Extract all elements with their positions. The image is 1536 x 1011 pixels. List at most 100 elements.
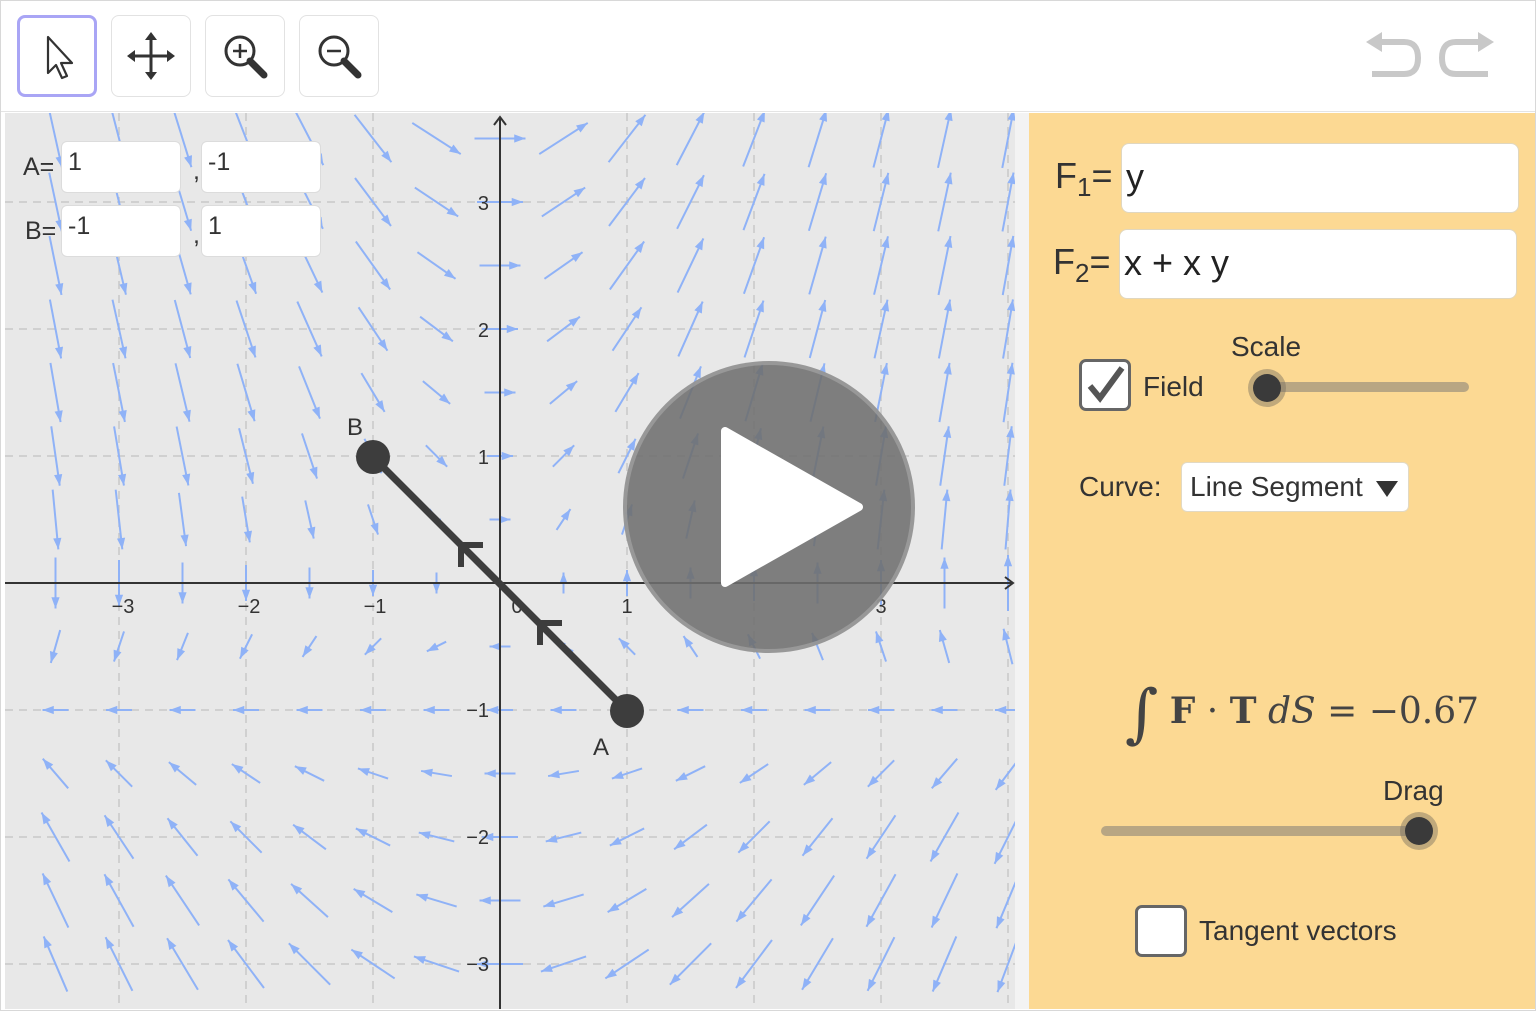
- field-arrow: [296, 705, 323, 715]
- field-arrow: [607, 888, 647, 913]
- move-tool-button[interactable]: [17, 15, 97, 97]
- move-graphics-view-button[interactable]: [111, 15, 191, 97]
- field-arrow: [547, 769, 580, 779]
- field-arrow: [807, 113, 827, 168]
- field-arrow: [995, 881, 1015, 929]
- field-arrow: [168, 761, 197, 786]
- field-checkbox[interactable]: [1079, 359, 1131, 411]
- field-arrow: [177, 492, 189, 547]
- field-arrow: [298, 365, 321, 420]
- point-b-x-input[interactable]: -1: [61, 205, 181, 257]
- field-arrow: [41, 872, 70, 929]
- field-arrow: [676, 237, 705, 294]
- point-b-input-label: B=: [25, 217, 57, 245]
- drag-label: Drag: [1383, 775, 1444, 806]
- field-arrow: [51, 489, 62, 550]
- field-arrow: [422, 380, 451, 405]
- field-arrow: [49, 362, 63, 423]
- y-tick-label: −3: [466, 954, 489, 976]
- field-arrow: [353, 888, 393, 913]
- curve-label: Curve:: [1079, 471, 1162, 502]
- field-arrow: [994, 762, 1015, 791]
- dropdown-triangle-icon: [1376, 481, 1398, 497]
- x-tick-label: −2: [238, 596, 261, 618]
- zoom-out-icon: [318, 35, 362, 79]
- field-arrow: [937, 113, 953, 169]
- field-arrow: [675, 113, 705, 166]
- point-b-y-input[interactable]: 1: [201, 205, 321, 257]
- field-arrow: [290, 883, 329, 918]
- field-arrow: [426, 640, 447, 653]
- field-arrow: [739, 763, 769, 784]
- field-arrow: [241, 496, 253, 543]
- field-arrow: [114, 489, 126, 550]
- applet-window: −3 −2 −1 0 1 3 3 2 1 −1 −2 −3 B A A= 1 ,…: [0, 0, 1536, 1011]
- field-arrow: [938, 629, 951, 664]
- field-arrow: [304, 500, 316, 539]
- field-arrow: [174, 363, 191, 422]
- field-arrow: [49, 629, 62, 664]
- f1-input[interactable]: y: [1121, 143, 1519, 213]
- curve-select-value: Line Segment: [1190, 471, 1363, 502]
- toolbar: [1, 1, 1535, 112]
- scale-slider-track[interactable]: [1263, 382, 1469, 392]
- field-arrow: [804, 705, 831, 715]
- field-arrow: [42, 758, 69, 789]
- y-tick-label: 3: [478, 193, 489, 215]
- field-arrow: [543, 893, 584, 908]
- point-a-y-input[interactable]: -1: [201, 141, 321, 193]
- f2-input[interactable]: x + x y: [1119, 229, 1517, 299]
- field-arrow: [413, 955, 460, 973]
- field-arrow: [1002, 362, 1015, 423]
- field-arrow: [671, 883, 710, 918]
- field-arrow: [414, 186, 459, 218]
- drag-slider-knob[interactable]: [1405, 817, 1433, 845]
- field-arrow: [940, 489, 951, 550]
- point-b-label: B: [347, 414, 363, 441]
- point-a-label: A: [593, 734, 609, 761]
- redo-icon: [1438, 32, 1494, 77]
- f2-label: F2=: [1053, 241, 1111, 289]
- field-arrow: [800, 874, 835, 927]
- field-arrow: [176, 632, 189, 661]
- y-tick-label: −1: [466, 700, 489, 722]
- field-arrow: [555, 508, 572, 531]
- field-arrow: [416, 251, 457, 280]
- field-arrow: [169, 705, 196, 715]
- tangent-vectors-label: Tangent vectors: [1199, 915, 1397, 946]
- field-arrow: [675, 765, 706, 782]
- panel-divider: [1015, 113, 1029, 1009]
- field-arrow: [294, 765, 325, 782]
- y-tick-label: −2: [466, 827, 489, 849]
- field-arrow: [231, 763, 261, 784]
- field-arrow: [423, 705, 450, 715]
- field-arrow: [418, 831, 455, 843]
- point-b[interactable]: [356, 440, 390, 474]
- undo-button[interactable]: [1357, 27, 1427, 89]
- move-arrows-icon: [127, 32, 175, 80]
- field-arrow: [931, 705, 958, 715]
- checkmark-icon: [1087, 366, 1125, 403]
- field-arrow: [669, 942, 712, 986]
- field-arrow: [165, 874, 200, 927]
- point-a-input-label: A=: [23, 153, 55, 181]
- redo-button[interactable]: [1433, 27, 1503, 89]
- field-arrow: [938, 362, 952, 423]
- field-arrow: [416, 893, 457, 908]
- drag-slider-track[interactable]: [1101, 826, 1419, 836]
- field-checkbox-label: Field: [1143, 371, 1204, 402]
- zoom-in-button[interactable]: [205, 15, 285, 97]
- field-arrow: [411, 122, 462, 155]
- field-arrow: [541, 186, 586, 218]
- point-a-x-input[interactable]: 1: [61, 141, 181, 193]
- zoom-out-button[interactable]: [299, 15, 379, 97]
- field-arrow: [288, 942, 331, 986]
- field-arrow: [301, 635, 318, 658]
- field-arrow: [549, 380, 578, 405]
- scale-slider-knob[interactable]: [1253, 374, 1281, 402]
- field-arrow: [360, 372, 386, 413]
- tangent-vectors-checkbox[interactable]: [1135, 905, 1187, 957]
- curve-select[interactable]: Line Segment: [1181, 462, 1409, 512]
- play-button[interactable]: [623, 361, 915, 653]
- point-a[interactable]: [610, 694, 644, 728]
